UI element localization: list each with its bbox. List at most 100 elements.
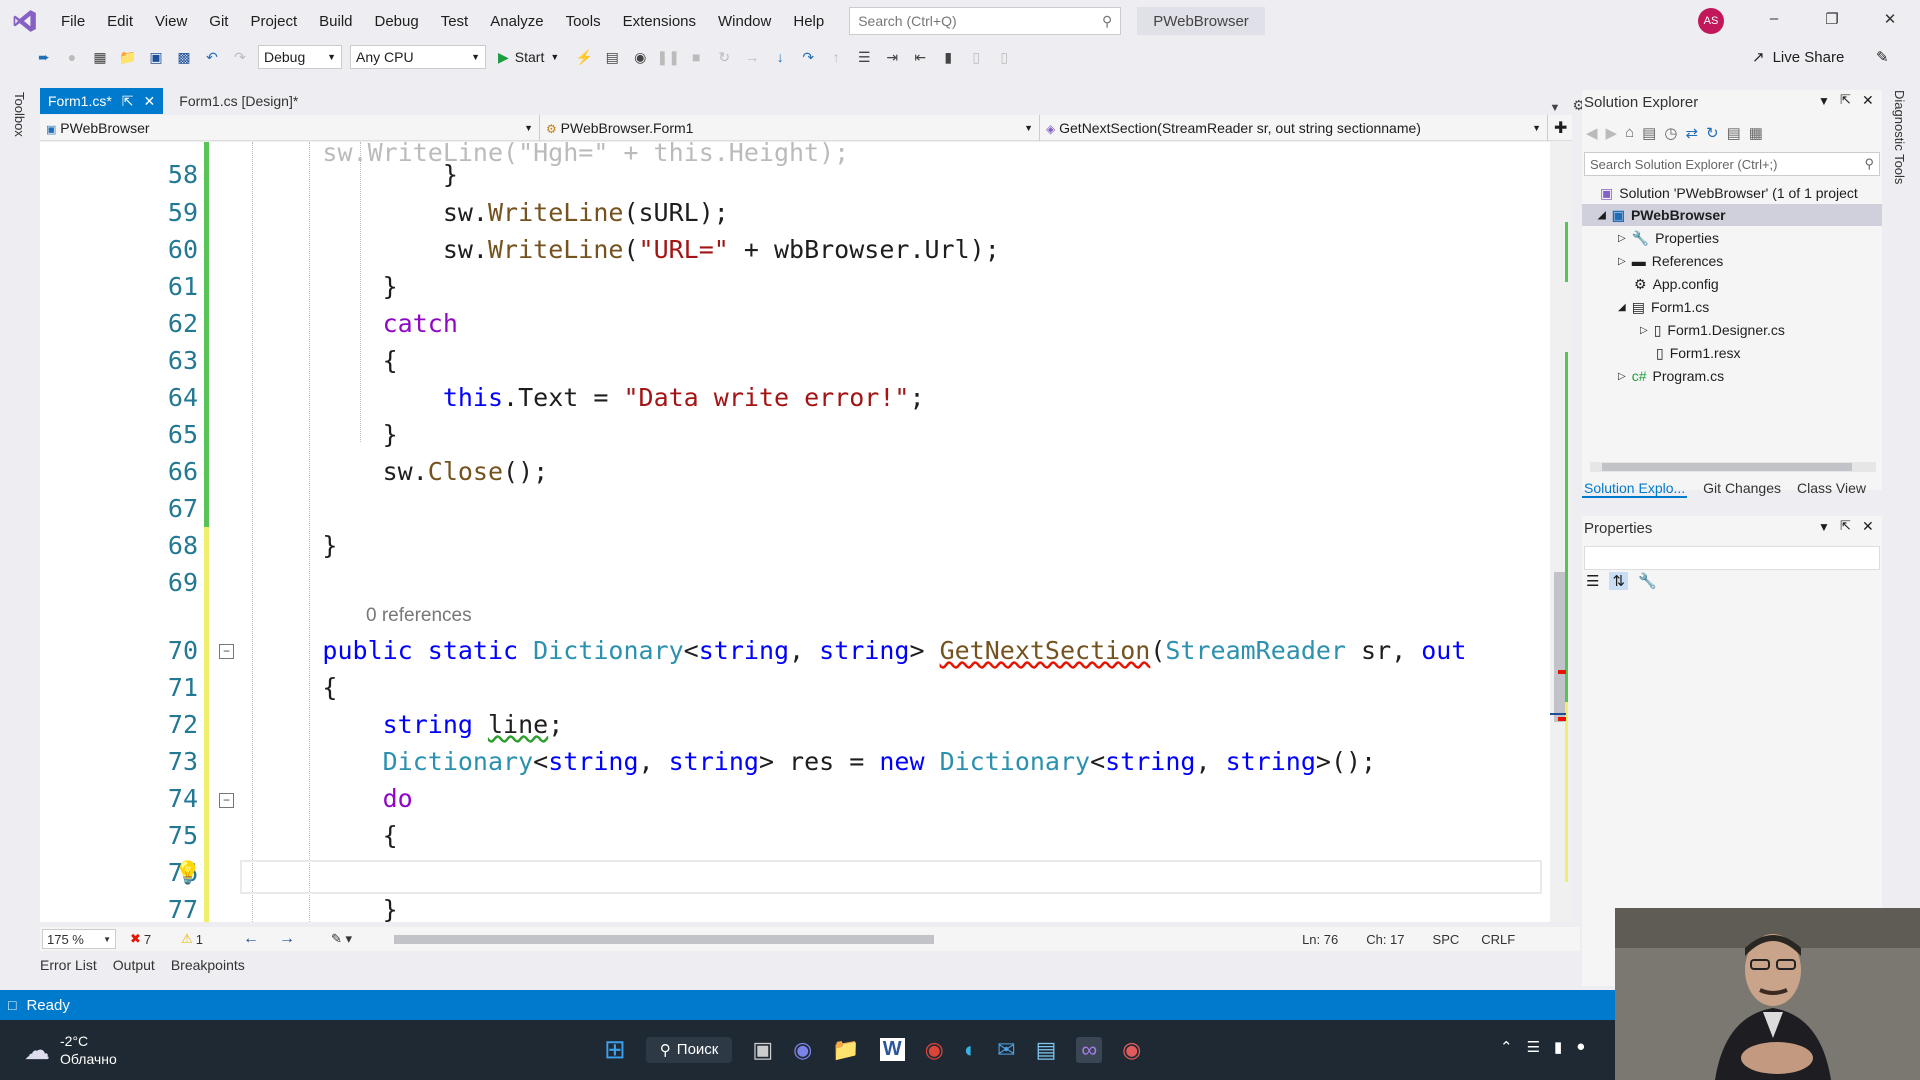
categorized-icon[interactable]: ☰	[1586, 572, 1599, 590]
save-all-icon[interactable]: ▩	[173, 46, 195, 68]
task-view-icon[interactable]: ▣	[752, 1037, 773, 1063]
open-folder-icon[interactable]: 📁	[117, 46, 139, 68]
refresh-icon[interactable]: ↻	[1706, 124, 1719, 142]
recorder-icon[interactable]: ◉	[1122, 1037, 1141, 1063]
expanded-arrow-icon[interactable]: ◢	[1598, 210, 1606, 221]
step-out-icon[interactable]: ↑	[825, 46, 847, 68]
split-editor-icon[interactable]: ✚	[1554, 118, 1567, 138]
teams-chat-icon[interactable]: ◉	[793, 1037, 812, 1063]
menu-debug[interactable]: Debug	[364, 13, 430, 30]
tab-git-changes[interactable]: Git Changes	[1703, 480, 1781, 498]
platform-select[interactable]: Any CPU ▼	[350, 45, 486, 69]
comment-icon[interactable]: ☰	[853, 46, 875, 68]
back-icon[interactable]: ➨	[33, 46, 55, 68]
menu-test[interactable]: Test	[430, 13, 480, 30]
menu-help[interactable]: Help	[782, 13, 835, 30]
browse-icon[interactable]: ▤	[601, 46, 623, 68]
pin-icon[interactable]: ⇱	[1840, 92, 1851, 108]
mail-icon[interactable]: ✉	[997, 1037, 1015, 1063]
tree-form1-designer[interactable]: ▷ ▯ Form1.Designer.cs	[1640, 319, 1785, 341]
show-all-files-icon[interactable]: ▦	[1749, 124, 1763, 142]
codelens-references[interactable]: 0 references	[366, 605, 472, 627]
tab-error-list[interactable]: Error List	[40, 957, 97, 979]
warning-icon[interactable]: ⚠	[181, 931, 193, 947]
tree-properties[interactable]: ▷ 🔧 Properties	[1618, 227, 1719, 249]
step-over-icon[interactable]: ↷	[797, 46, 819, 68]
alphabetical-icon[interactable]: ⇅	[1609, 572, 1629, 590]
tab-output[interactable]: Output	[113, 957, 155, 979]
tree-project[interactable]: ◢ ▣ PWebBrowser	[1582, 204, 1882, 226]
visual-studio-logo-icon[interactable]	[12, 8, 38, 34]
menu-git[interactable]: Git	[198, 13, 239, 30]
home-icon[interactable]: ⌂	[1625, 124, 1634, 142]
edge-icon[interactable]: ◐	[964, 1037, 977, 1063]
warning-count[interactable]: 1	[196, 932, 203, 947]
tree-app-config[interactable]: ⚙ App.config	[1634, 273, 1719, 295]
tab-form1-design[interactable]: Form1.cs [Design]*	[171, 88, 306, 114]
pin-icon[interactable]: ⇱	[1840, 518, 1851, 534]
hot-reload-icon[interactable]: ⚡	[573, 46, 595, 68]
restore-icon[interactable]: ❐	[1820, 10, 1844, 32]
collapsed-arrow-icon[interactable]: ▷	[1618, 256, 1626, 267]
code-editor[interactable]: − − sw.WriteLine("Hgh=" + this.Height); …	[40, 142, 1572, 922]
toolbox-tab[interactable]: Toolbox	[12, 92, 27, 137]
tab-breakpoints[interactable]: Breakpoints	[171, 957, 245, 979]
close-window-icon[interactable]: ✕	[1878, 10, 1902, 32]
whitespace-indicator[interactable]: SPC	[1433, 932, 1460, 947]
column-indicator[interactable]: Ch: 17	[1366, 932, 1404, 947]
restart-icon[interactable]: ↻	[713, 46, 735, 68]
menu-tools[interactable]: Tools	[555, 13, 612, 30]
menu-extensions[interactable]: Extensions	[612, 13, 707, 30]
vertical-scrollbar[interactable]	[1550, 142, 1572, 922]
back-icon[interactable]: ◀	[1586, 124, 1598, 142]
error-count[interactable]: 7	[144, 932, 151, 947]
pause-icon[interactable]: ❚❚	[657, 46, 680, 68]
line-indicator[interactable]: Ln: 76	[1302, 932, 1338, 947]
diagnostic-tools-tab[interactable]: Diagnostic Tools	[1892, 90, 1907, 184]
error-icon[interactable]: ✖	[130, 931, 141, 947]
start-button[interactable]: ▶ Start ▼	[498, 49, 559, 66]
bookmark-next-icon[interactable]: ▯	[993, 46, 1015, 68]
forward-icon[interactable]: ●	[61, 46, 83, 68]
menu-window[interactable]: Window	[707, 13, 782, 30]
bookmark-icon[interactable]: ▮	[937, 46, 959, 68]
stop-icon[interactable]: ■	[685, 46, 707, 68]
new-project-icon[interactable]: ▦	[89, 46, 111, 68]
screenshot-icon[interactable]: ◉	[629, 46, 651, 68]
minimize-icon[interactable]: –	[1762, 10, 1786, 32]
tree-solution[interactable]: ▣ Solution 'PWebBrowser' (1 of 1 project	[1600, 182, 1858, 204]
menu-analyze[interactable]: Analyze	[479, 13, 554, 30]
tray-settings-icon[interactable]: ☰	[1527, 1038, 1540, 1056]
tree-form1-cs[interactable]: ◢ ▤ Form1.cs	[1618, 296, 1709, 318]
tab-form1-cs[interactable]: Form1.cs* ⇱ ✕	[40, 88, 164, 114]
notification-icon[interactable]: □	[8, 997, 16, 1013]
project-dropdown[interactable]: ▣ PWebBrowser ▼	[40, 114, 540, 141]
scrollbar-thumb[interactable]	[394, 935, 935, 944]
tray-language-icon[interactable]: ▮	[1554, 1038, 1562, 1056]
forward-icon[interactable]: ▶	[1606, 124, 1618, 142]
indent-icon[interactable]: ⇥	[881, 46, 903, 68]
expanded-arrow-icon[interactable]: ◢	[1618, 302, 1626, 313]
chrome-icon[interactable]: ◉	[925, 1037, 944, 1063]
weather-widget[interactable]: ☁ -2°C Облачно	[24, 1032, 117, 1068]
zoom-select[interactable]: 175 % ▼	[42, 929, 116, 949]
redo-icon[interactable]: ↷	[229, 46, 251, 68]
property-pages-icon[interactable]: 🔧	[1638, 572, 1657, 590]
lightbulb-icon[interactable]: 💡	[174, 860, 201, 886]
step-into-icon[interactable]: ↓	[769, 46, 791, 68]
menu-file[interactable]: File	[50, 13, 96, 30]
microphone-icon[interactable]: ●	[1576, 1038, 1585, 1056]
tree-program-cs[interactable]: ▷ c# Program.cs	[1618, 365, 1724, 387]
bookmark-prev-icon[interactable]: ▯	[965, 46, 987, 68]
close-icon[interactable]: ✕	[1862, 92, 1874, 109]
configuration-select[interactable]: Debug ▼	[258, 45, 342, 69]
notepad-icon[interactable]: ▤	[1036, 1037, 1057, 1063]
scrollbar-thumb[interactable]	[1602, 463, 1852, 471]
live-share-button[interactable]: ↗ Live Share	[1752, 48, 1844, 67]
file-explorer-icon[interactable]: 📁	[832, 1037, 859, 1063]
tab-overflow-icon[interactable]: ▼	[1550, 102, 1561, 114]
word-icon[interactable]: W	[879, 1038, 905, 1061]
object-selector[interactable]	[1584, 546, 1880, 570]
pin-icon[interactable]: ⇱	[122, 93, 134, 110]
collapsed-arrow-icon[interactable]: ▷	[1618, 371, 1626, 382]
